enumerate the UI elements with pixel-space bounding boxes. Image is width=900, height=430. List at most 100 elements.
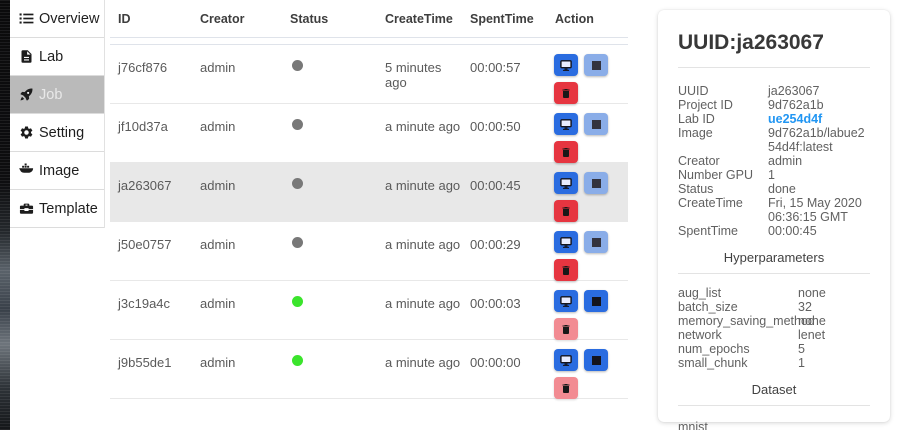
- detail-value: 00:00:45: [768, 224, 870, 238]
- stop-button[interactable]: [584, 172, 608, 194]
- job-row[interactable]: j50e0757 admin a minute ago 00:00:29: [110, 222, 628, 281]
- delete-button[interactable]: [554, 200, 578, 222]
- job-creator: admin: [192, 163, 282, 222]
- hyperparam-label: small_chunk: [678, 356, 798, 370]
- detail-label: CreateTime: [678, 196, 768, 224]
- stop-icon: [592, 120, 601, 129]
- detail-value: done: [768, 182, 870, 196]
- job-creator: admin: [192, 45, 282, 104]
- sidebar-item-job[interactable]: Job: [10, 76, 104, 114]
- job-actions: [547, 281, 609, 340]
- hyperparam-value: lenet: [798, 328, 870, 342]
- sidebar-item-lab[interactable]: Lab: [10, 38, 104, 76]
- hyperparam-label: network: [678, 328, 798, 342]
- hyperparam-row: networklenet: [678, 328, 870, 342]
- job-id: ja263067: [110, 163, 192, 222]
- hyperparam-label: aug_list: [678, 286, 798, 300]
- monitor-icon: [559, 295, 573, 308]
- stop-button[interactable]: [584, 113, 608, 135]
- delete-button[interactable]: [554, 141, 578, 163]
- docker-icon: [19, 163, 34, 178]
- job-createtime: a minute ago: [377, 163, 462, 222]
- job-row[interactable]: j3c19a4c admin a minute ago 00:00:03: [110, 281, 628, 340]
- job-creator: admin: [192, 281, 282, 340]
- detail-row-image: Image9d762a1b/labue254d4f:latest: [678, 126, 870, 154]
- trash-icon: [560, 205, 572, 218]
- stop-button[interactable]: [584, 54, 608, 76]
- column-header-status: Status: [282, 12, 377, 26]
- monitor-icon: [559, 118, 573, 131]
- hyperparam-row: num_epochs5: [678, 342, 870, 356]
- detail-value: 9d762a1b/labue254d4f:latest: [768, 126, 870, 154]
- job-detail-card: UUID:ja263067 UUIDja263067 Project ID9d7…: [658, 10, 890, 422]
- sidebar-item-label: Job: [39, 87, 62, 103]
- detail-label: Project ID: [678, 98, 768, 112]
- monitor-button[interactable]: [554, 231, 578, 253]
- sidebar-item-label: Setting: [39, 125, 84, 141]
- monitor-icon: [559, 236, 573, 249]
- status-dot: [292, 355, 303, 366]
- job-row[interactable]: j9b55de1 admin a minute ago 00:00:00: [110, 340, 628, 399]
- monitor-button[interactable]: [554, 172, 578, 194]
- job-createtime: a minute ago: [377, 222, 462, 281]
- delete-button[interactable]: [554, 82, 578, 104]
- hyperparam-row: batch_size32: [678, 300, 870, 314]
- trash-icon: [560, 382, 572, 395]
- job-row[interactable]: j76cf876 admin 5 minutes ago 00:00:57: [110, 45, 628, 104]
- job-spenttime: 00:00:29: [462, 222, 547, 281]
- monitor-button[interactable]: [554, 290, 578, 312]
- detail-row-lab-id: Lab IDue254d4f: [678, 112, 870, 126]
- job-id: jf10d37a: [110, 104, 192, 163]
- job-creator: admin: [192, 222, 282, 281]
- trash-icon: [560, 87, 572, 100]
- detail-row-spenttime: SpentTime00:00:45: [678, 224, 870, 238]
- hyperparam-row: small_chunk1: [678, 356, 870, 370]
- job-id: j76cf876: [110, 45, 192, 104]
- job-createtime: a minute ago: [377, 281, 462, 340]
- background-image-strip: [0, 0, 10, 430]
- column-header-spenttime: SpentTime: [462, 12, 547, 26]
- job-actions: [547, 45, 609, 104]
- dataset-value: mnist: [678, 406, 870, 430]
- monitor-button[interactable]: [554, 349, 578, 371]
- toolbox-icon: [19, 201, 34, 216]
- detail-title: UUID:ja263067: [678, 10, 870, 56]
- job-id: j50e0757: [110, 222, 192, 281]
- job-row[interactable]: jf10d37a admin a minute ago 00:00:50: [110, 104, 628, 163]
- sidebar-item-label: Lab: [39, 49, 63, 65]
- stop-icon: [592, 297, 601, 306]
- gear-icon: [19, 125, 34, 140]
- sidebar-item-setting[interactable]: Setting: [10, 114, 104, 152]
- sidebar-item-image[interactable]: Image: [10, 152, 104, 190]
- job-row[interactable]: ja263067 admin a minute ago 00:00:45: [110, 163, 628, 222]
- stop-button[interactable]: [584, 231, 608, 253]
- file-icon: [19, 49, 34, 64]
- detail-label: Status: [678, 182, 768, 196]
- stop-button[interactable]: [584, 349, 608, 371]
- stop-icon: [592, 238, 601, 247]
- column-header-action: Action: [547, 12, 628, 26]
- sidebar-item-template[interactable]: Template: [10, 190, 104, 228]
- trash-icon: [560, 146, 572, 159]
- detail-row-status: Statusdone: [678, 182, 870, 196]
- hyperparam-label: memory_saving_method: [678, 314, 798, 328]
- stop-button[interactable]: [584, 290, 608, 312]
- hyperparam-row: aug_listnone: [678, 286, 870, 300]
- app-root: Overview Lab Job Setting Image Template …: [0, 0, 900, 430]
- monitor-icon: [559, 59, 573, 72]
- monitor-button[interactable]: [554, 113, 578, 135]
- sidebar-item-overview[interactable]: Overview: [10, 0, 104, 38]
- detail-row-number-gpu: Number GPU1: [678, 168, 870, 182]
- hyperparam-row: memory_saving_methodnone: [678, 314, 870, 328]
- delete-button[interactable]: [554, 318, 578, 340]
- detail-label: UUID: [678, 84, 768, 98]
- delete-button[interactable]: [554, 259, 578, 281]
- trash-icon: [560, 323, 572, 336]
- job-spenttime: 00:00:45: [462, 163, 547, 222]
- job-spenttime: 00:00:00: [462, 340, 547, 399]
- job-createtime: a minute ago: [377, 104, 462, 163]
- delete-button[interactable]: [554, 377, 578, 399]
- monitor-button[interactable]: [554, 54, 578, 76]
- lab-id-link[interactable]: ue254d4f: [768, 112, 870, 126]
- hyperparam-value: 1: [798, 356, 870, 370]
